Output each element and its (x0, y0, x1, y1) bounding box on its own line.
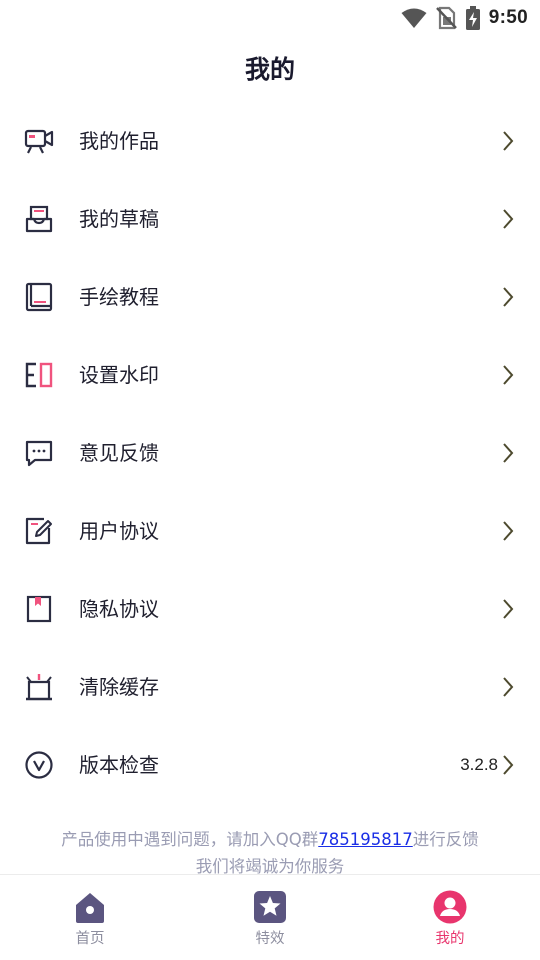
star-icon (254, 891, 286, 923)
menu-item-label: 用户协议 (79, 519, 159, 543)
feedback-notice: 产品使用中遇到问题，请加入QQ群785195817进行反馈 我们将竭诚为你服务 (0, 826, 540, 880)
chevron-right-icon (503, 365, 514, 385)
book-icon (25, 282, 53, 312)
bottom-tab-bar: 首页 特效 我的 (0, 874, 540, 960)
wifi-icon (401, 8, 427, 28)
menu-item-label: 清除缓存 (79, 675, 159, 699)
version-number: 3.2.8 (460, 755, 498, 774)
notice-suffix: 进行反馈 (412, 830, 479, 849)
chevron-right-icon (503, 209, 514, 229)
chevron-right-icon (503, 677, 514, 697)
menu-item-label: 设置水印 (79, 363, 159, 387)
watermark-icon (25, 362, 53, 388)
menu-item-label: 手绘教程 (79, 285, 159, 309)
broom-icon (26, 674, 52, 701)
menu-item-label: 隐私协议 (79, 597, 159, 621)
inbox-draft-icon (25, 205, 53, 233)
video-camera-icon (24, 129, 54, 154)
tab-label: 首页 (75, 931, 105, 947)
tab-home[interactable]: 首页 (0, 875, 180, 960)
no-sim-icon (435, 6, 457, 30)
menu-item-label: 版本检查 (79, 753, 159, 777)
tab-mine[interactable]: 我的 (360, 875, 540, 960)
menu-item-my-drafts[interactable]: 我的草稿 (0, 180, 540, 258)
menu-item-my-works[interactable]: 我的作品 (0, 102, 540, 180)
notice-line-1: 产品使用中遇到问题，请加入QQ群785195817进行反馈 (0, 826, 540, 853)
status-time: 9:50 (488, 7, 528, 28)
menu-item-watermark[interactable]: 设置水印 (0, 336, 540, 414)
menu-item-feedback[interactable]: 意见反馈 (0, 414, 540, 492)
battery-charging-icon (465, 6, 480, 30)
menu-item-user-agreement[interactable]: 用户协议 (0, 492, 540, 570)
menu-item-label: 意见反馈 (79, 441, 159, 465)
user-icon (433, 890, 467, 924)
settings-menu: 我的作品 我的草稿 手绘教程 设置水印 意见反馈 用户协议 隐私协议 清除缓存 … (0, 102, 540, 804)
menu-item-version-check[interactable]: 版本检查 3.2.8 (0, 726, 540, 804)
chevron-right-icon (503, 755, 514, 775)
menu-item-tutorial[interactable]: 手绘教程 (0, 258, 540, 336)
menu-item-label: 我的作品 (79, 129, 159, 153)
chevron-right-icon (503, 521, 514, 541)
chevron-right-icon (503, 131, 514, 151)
feedback-message-icon (25, 440, 53, 467)
version-circle-icon (25, 751, 53, 779)
menu-item-label: 我的草稿 (79, 207, 159, 231)
menu-item-privacy-agreement[interactable]: 隐私协议 (0, 570, 540, 648)
home-icon (76, 893, 104, 923)
edit-document-icon (25, 517, 52, 545)
chevron-right-icon (503, 443, 514, 463)
tab-label: 我的 (435, 931, 465, 947)
tab-effects[interactable]: 特效 (180, 875, 360, 960)
status-bar: 9:50 (0, 0, 540, 36)
menu-item-clear-cache[interactable]: 清除缓存 (0, 648, 540, 726)
status-icons: 9:50 (401, 5, 528, 31)
chevron-right-icon (503, 599, 514, 619)
chevron-right-icon (503, 287, 514, 307)
qq-group-link[interactable]: 785195817 (318, 830, 412, 849)
notice-prefix: 产品使用中遇到问题，请加入QQ群 (61, 830, 319, 849)
page-title: 我的 (244, 55, 295, 84)
bookmark-document-icon (26, 595, 52, 623)
tab-label: 特效 (255, 931, 285, 947)
